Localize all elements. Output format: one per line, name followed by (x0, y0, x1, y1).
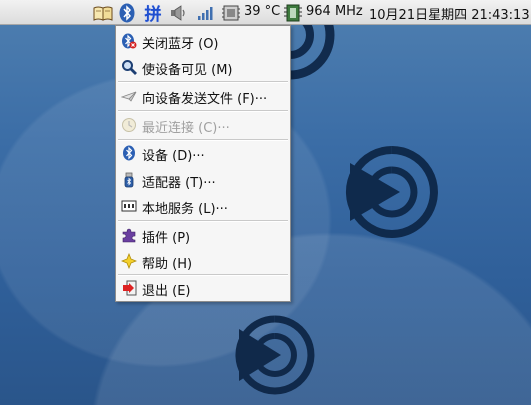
menu-item-help[interactable]: 帮助 (H) (116, 248, 290, 274)
menu-item-turn-off-bluetooth[interactable]: 关闭蓝牙 (O) (116, 28, 290, 54)
open-book-icon (93, 6, 113, 21)
menu-item-label: 退出 (E) (142, 284, 191, 299)
top-panel: 拼 39 °C 964 MHz 10月21日星期四 21:43:13 (0, 0, 531, 25)
usb-dongle-icon (124, 172, 134, 188)
menu-item-devices[interactable]: 设备 (D)··· (116, 140, 290, 166)
signal-bars-icon (198, 6, 213, 20)
puzzle-icon (122, 228, 136, 243)
menu-item-send-files[interactable]: 向设备发送文件 (F)··· (116, 83, 290, 109)
menu-item-plugins[interactable]: 插件 (P) (116, 222, 290, 248)
menu-item-label: 最近连接 (C)··· (142, 121, 230, 136)
bluetooth-icon (123, 145, 135, 161)
bluetooth-icon (119, 3, 135, 22)
menu-item-quit[interactable]: 退出 (E) (116, 275, 290, 301)
menu-item-recent-connections: 最近连接 (C)··· (116, 112, 290, 138)
cpu-frequency-readout: 964 MHz (306, 4, 363, 19)
menu-item-label: 设备 (D)··· (142, 149, 205, 164)
temperature-readout: 39 °C (244, 4, 281, 19)
bluetooth-tray-button[interactable] (116, 0, 138, 25)
help-star-icon (121, 253, 137, 269)
menu-item-label: 使设备可见 (M) (142, 63, 233, 78)
exit-icon (123, 280, 137, 296)
desktop-logo-center (345, 146, 438, 238)
cpu-chip-icon (284, 4, 302, 21)
menu-item-label: 帮助 (H) (142, 257, 193, 272)
bluetooth-off-icon (122, 33, 137, 49)
temperature-monitor[interactable] (219, 0, 243, 25)
menu-item-make-visible[interactable]: 使设备可见 (M) (116, 54, 290, 80)
paper-plane-icon (121, 91, 137, 102)
dictionary-tray-button[interactable] (91, 0, 115, 25)
ime-pinyin-label: 拼 (144, 5, 162, 25)
clock-icon (122, 118, 136, 132)
menu-item-label: 插件 (P) (142, 231, 191, 246)
cpu-frequency-monitor[interactable] (282, 0, 304, 25)
menu-item-label: 关闭蓝牙 (O) (142, 37, 219, 52)
menu-item-adapters[interactable]: 适配器 (T)··· (116, 167, 290, 193)
input-method-tray-button[interactable]: 拼 (140, 0, 166, 25)
clock[interactable]: 10月21日星期四 21:43:13 (369, 4, 530, 23)
bluetooth-menu: 关闭蓝牙 (O) 使设备可见 (M) 向设备发送文件 (F)··· 最近连接 (… (115, 25, 291, 302)
magnifier-icon (122, 60, 137, 75)
menu-item-label: 向设备发送文件 (F)··· (142, 92, 268, 107)
volume-tray-button[interactable] (168, 0, 190, 25)
menu-item-local-services[interactable]: 本地服务 (L)··· (116, 193, 290, 219)
network-signal-tray-button[interactable] (194, 0, 216, 25)
menu-item-label: 适配器 (T)··· (142, 176, 216, 191)
speaker-icon (171, 4, 185, 21)
chip-temperature-icon (222, 5, 240, 20)
desktop-logo-bottom (235, 315, 315, 395)
local-services-icon (121, 200, 137, 212)
menu-item-label: 本地服务 (L)··· (142, 202, 228, 217)
